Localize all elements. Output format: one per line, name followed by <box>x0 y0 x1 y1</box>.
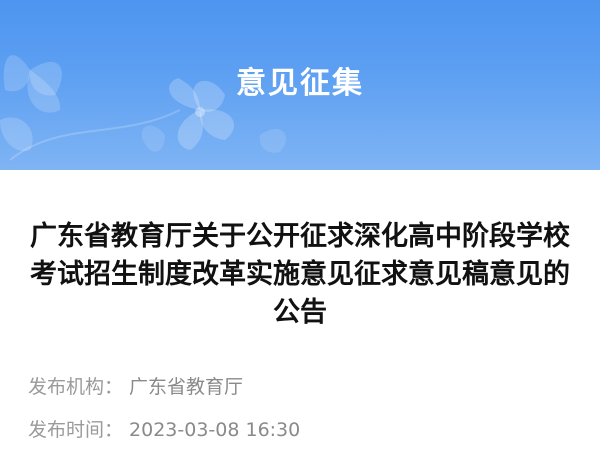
publisher-row: 发布机构： 广东省教育厅 <box>28 372 243 399</box>
publish-time-value: 2023-03-08 16:30 <box>129 419 301 441</box>
publisher-value: 广东省教育厅 <box>129 376 244 398</box>
banner-title: 意见征集 <box>236 66 364 101</box>
article-content: 广东省教育厅关于公开征求深化高中阶段学校考试招生制度改革实施意见征求意见稿意见的… <box>0 170 600 459</box>
header-banner: 意见征集 <box>0 0 600 170</box>
article-title: 广东省教育厅关于公开征求深化高中阶段学校考试招生制度改革实施意见征求意见稿意见的… <box>30 221 570 328</box>
page: 意见征集 广东省教育厅关于公开征求深化高中阶段学校考试招生制度改革实施意见征求意… <box>0 0 600 459</box>
publisher-label: 发布机构： <box>28 376 124 398</box>
publish-time-label: 发布时间： <box>28 419 124 441</box>
publish-time-row: 发布时间： 2023-03-08 16:30 <box>28 415 300 442</box>
